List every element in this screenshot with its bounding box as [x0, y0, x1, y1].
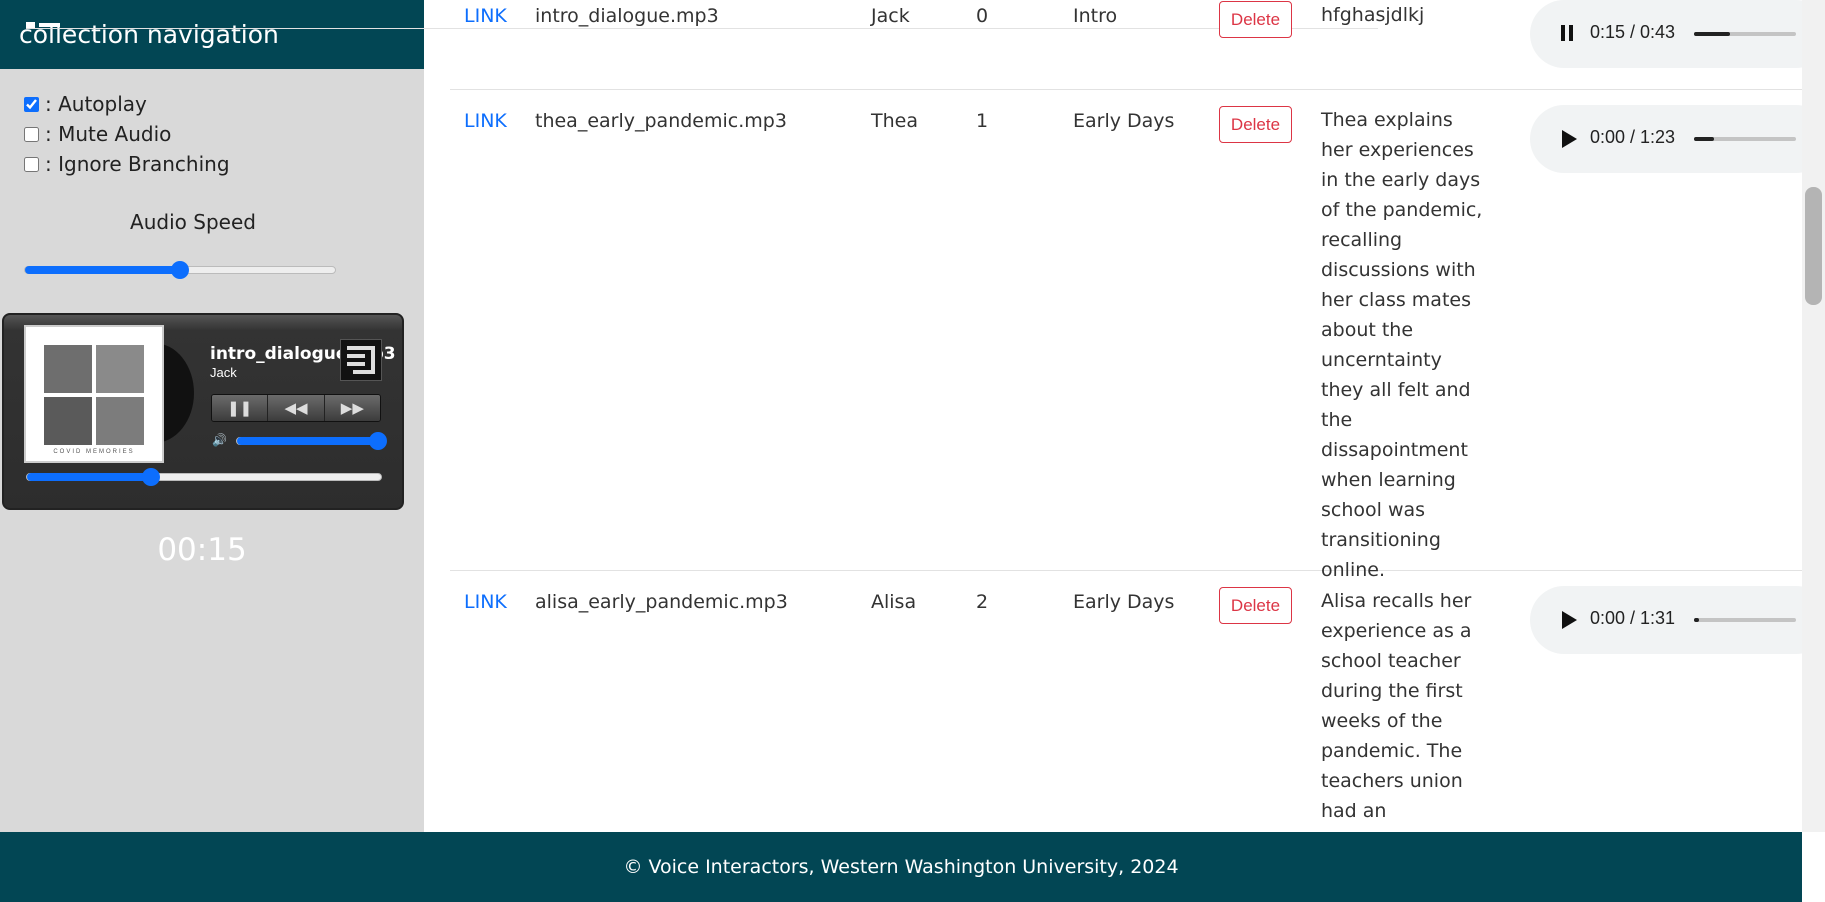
audio-speed-handle[interactable]	[171, 261, 189, 279]
track-artist: Jack	[210, 365, 237, 380]
rewind-button[interactable]: ◀◀	[268, 395, 325, 421]
audio-player: 0:00 / 1:23	[1530, 105, 1802, 173]
volume-handle[interactable]	[369, 432, 387, 450]
page-scrollbar[interactable]	[1802, 0, 1825, 832]
scrollbar-thumb[interactable]	[1805, 187, 1822, 305]
audio-speed-slider[interactable]	[24, 261, 336, 279]
delete-button[interactable]: Delete	[1219, 106, 1292, 143]
sidebar: collection navigation : Autoplay : Mute …	[0, 0, 1378, 832]
pause-button[interactable]: ❚❚	[212, 395, 269, 421]
autoplay-option[interactable]: : Autoplay	[24, 92, 147, 116]
menu-toggle-icon[interactable]	[26, 21, 1378, 48]
fast-forward-icon: ▶▶	[340, 400, 364, 417]
row-description: Alisa recalls her experience as a school…	[1321, 590, 1472, 822]
pause-icon: ❚❚	[227, 400, 253, 417]
page-footer: © Voice Interactors, Western Washington …	[0, 832, 1802, 902]
row-speaker: Thea	[871, 110, 918, 132]
row-speaker: Alisa	[871, 591, 917, 613]
row-link[interactable]: LINK	[464, 5, 507, 27]
mute-audio-label: : Mute Audio	[45, 122, 172, 146]
elapsed-time: 00:15	[157, 532, 247, 568]
audio-seek-bar[interactable]	[1694, 32, 1796, 36]
mute-audio-checkbox[interactable]	[24, 126, 39, 142]
audio-table: LINK intro_dialogue.mp3 Jack 0 Intro Del…	[424, 0, 1802, 832]
footer-text: © Voice Interactors, Western Washington …	[623, 856, 1179, 878]
delete-button[interactable]: Delete	[1219, 587, 1292, 624]
row-index: 0	[976, 5, 989, 27]
row-category: Intro	[1073, 5, 1118, 27]
album-cover: COVID MEMORIES	[24, 325, 164, 463]
ignore-branching-checkbox[interactable]	[24, 156, 39, 172]
table-row: LINK intro_dialogue.mp3 Jack 0 Intro Del…	[450, 0, 1802, 90]
volume-icon: 🔊	[212, 433, 227, 447]
audio-player: 0:15 / 0:43	[1530, 0, 1802, 68]
sidebar-header: collection navigation	[0, 0, 1378, 69]
pause-button[interactable]	[1556, 22, 1580, 46]
row-filename: intro_dialogue.mp3	[535, 5, 719, 27]
audio-speed-fill	[25, 266, 180, 274]
row-description: hfghasjdlkj	[1321, 4, 1425, 26]
row-description: Thea explains her experiences in the ear…	[1321, 109, 1483, 581]
audio-seek-bar[interactable]	[1694, 618, 1796, 622]
row-link[interactable]: LINK	[464, 110, 507, 132]
row-index: 1	[976, 110, 989, 132]
fast-forward-button[interactable]: ▶▶	[324, 395, 380, 421]
rewind-icon: ◀◀	[284, 400, 308, 417]
audio-seek-bar[interactable]	[1694, 137, 1796, 141]
play-button[interactable]	[1562, 130, 1577, 148]
audio-speed-label: Audio Speed	[130, 210, 256, 234]
music-note-icon	[340, 339, 382, 381]
row-category: Early Days	[1073, 110, 1175, 132]
audio-time: 0:15 / 0:43	[1590, 22, 1676, 42]
row-index: 2	[976, 591, 989, 613]
table-row: LINK alisa_early_pandemic.mp3 Alisa 2 Ea…	[450, 571, 1802, 832]
cover-caption: COVID MEMORIES	[53, 449, 135, 455]
delete-button[interactable]: Delete	[1219, 1, 1292, 38]
autoplay-checkbox[interactable]	[24, 96, 39, 112]
progress-handle[interactable]	[142, 468, 160, 486]
music-player: COVID MEMORIES intro_dialogue.mp3 Jack ❚…	[2, 313, 404, 510]
row-filename: thea_early_pandemic.mp3	[535, 110, 787, 132]
play-button[interactable]	[1562, 611, 1577, 629]
autoplay-label: : Autoplay	[45, 92, 147, 116]
row-speaker: Jack	[871, 5, 910, 27]
volume-fill	[237, 437, 385, 445]
player-controls: ❚❚ ◀◀ ▶▶	[211, 394, 381, 422]
mute-audio-option[interactable]: : Mute Audio	[24, 122, 171, 146]
row-link[interactable]: LINK	[464, 591, 507, 613]
row-filename: alisa_early_pandemic.mp3	[535, 591, 788, 613]
audio-time: 0:00 / 1:31	[1590, 608, 1676, 628]
progress-slider[interactable]	[26, 468, 382, 486]
row-category: Early Days	[1073, 591, 1175, 613]
ignore-branching-label: : Ignore Branching	[45, 152, 230, 176]
progress-fill	[27, 473, 151, 481]
volume-slider[interactable]	[236, 432, 387, 450]
table-row: LINK thea_early_pandemic.mp3 Thea 1 Earl…	[450, 90, 1802, 581]
audio-player: 0:00 / 1:31	[1530, 586, 1802, 654]
audio-time: 0:00 / 1:23	[1590, 127, 1676, 147]
ignore-branching-option[interactable]: : Ignore Branching	[24, 152, 230, 176]
